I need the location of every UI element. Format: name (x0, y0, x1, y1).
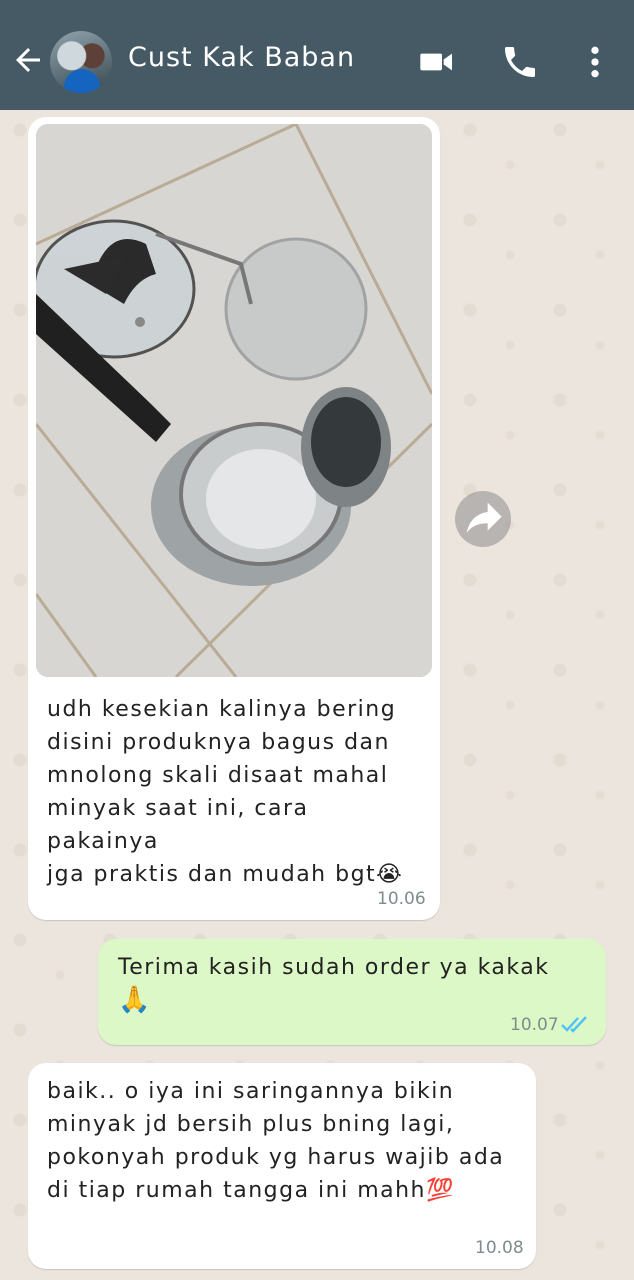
message-line: baik.. o iya ini saringannya bikin (47, 1079, 455, 1104)
message-line: minyak jd bersih plus bning lagi, (47, 1112, 455, 1137)
chat-header: Cust Kak Baban (0, 0, 634, 110)
message-line: 🙏 (118, 985, 152, 1015)
message-line: Terima kasih sudah order ya kakak (118, 955, 550, 980)
message-line: pokonyah produk yg harus wajib ada (47, 1145, 505, 1170)
share-forward-icon (466, 502, 502, 533)
forward-button[interactable] (455, 491, 511, 547)
incoming-message-bubble[interactable]: udh kesekian kalinya bering disini produ… (28, 117, 440, 920)
message-text: udh kesekian kalinya bering disini produ… (47, 693, 427, 891)
message-photo[interactable] (36, 124, 432, 677)
message-time: 10.06 (377, 889, 426, 909)
message-text: Terima kasih sudah order ya kakak 🙏 (118, 951, 588, 1017)
back-arrow-icon[interactable] (10, 42, 46, 78)
message-line: di tiap rumah tangga ini mahh💯 (47, 1178, 455, 1203)
message-text: baik.. o iya ini saringannya bikin minya… (47, 1075, 527, 1207)
double-check-icon (561, 1016, 587, 1033)
avatar[interactable] (50, 31, 112, 93)
incoming-message-bubble[interactable]: baik.. o iya ini saringannya bikin minya… (28, 1063, 536, 1269)
message-line: jga praktis dan mudah bgt😭 (47, 862, 404, 887)
outgoing-message-bubble[interactable]: Terima kasih sudah order ya kakak 🙏 10.0… (98, 939, 606, 1045)
message-line: minyak saat ini, cara pakainya (47, 796, 309, 854)
message-line: udh kesekian kalinya bering (47, 697, 397, 722)
message-line: mnolong skali disaat mahal (47, 763, 389, 788)
more-vertical-icon[interactable] (575, 42, 615, 82)
message-time: 10.08 (475, 1238, 524, 1258)
video-camera-icon[interactable] (417, 42, 457, 82)
message-time: 10.07 (510, 1015, 559, 1035)
phone-icon[interactable] (500, 42, 540, 82)
contact-name[interactable]: Cust Kak Baban (128, 42, 355, 73)
message-line: disini produknya bagus dan (47, 730, 390, 755)
